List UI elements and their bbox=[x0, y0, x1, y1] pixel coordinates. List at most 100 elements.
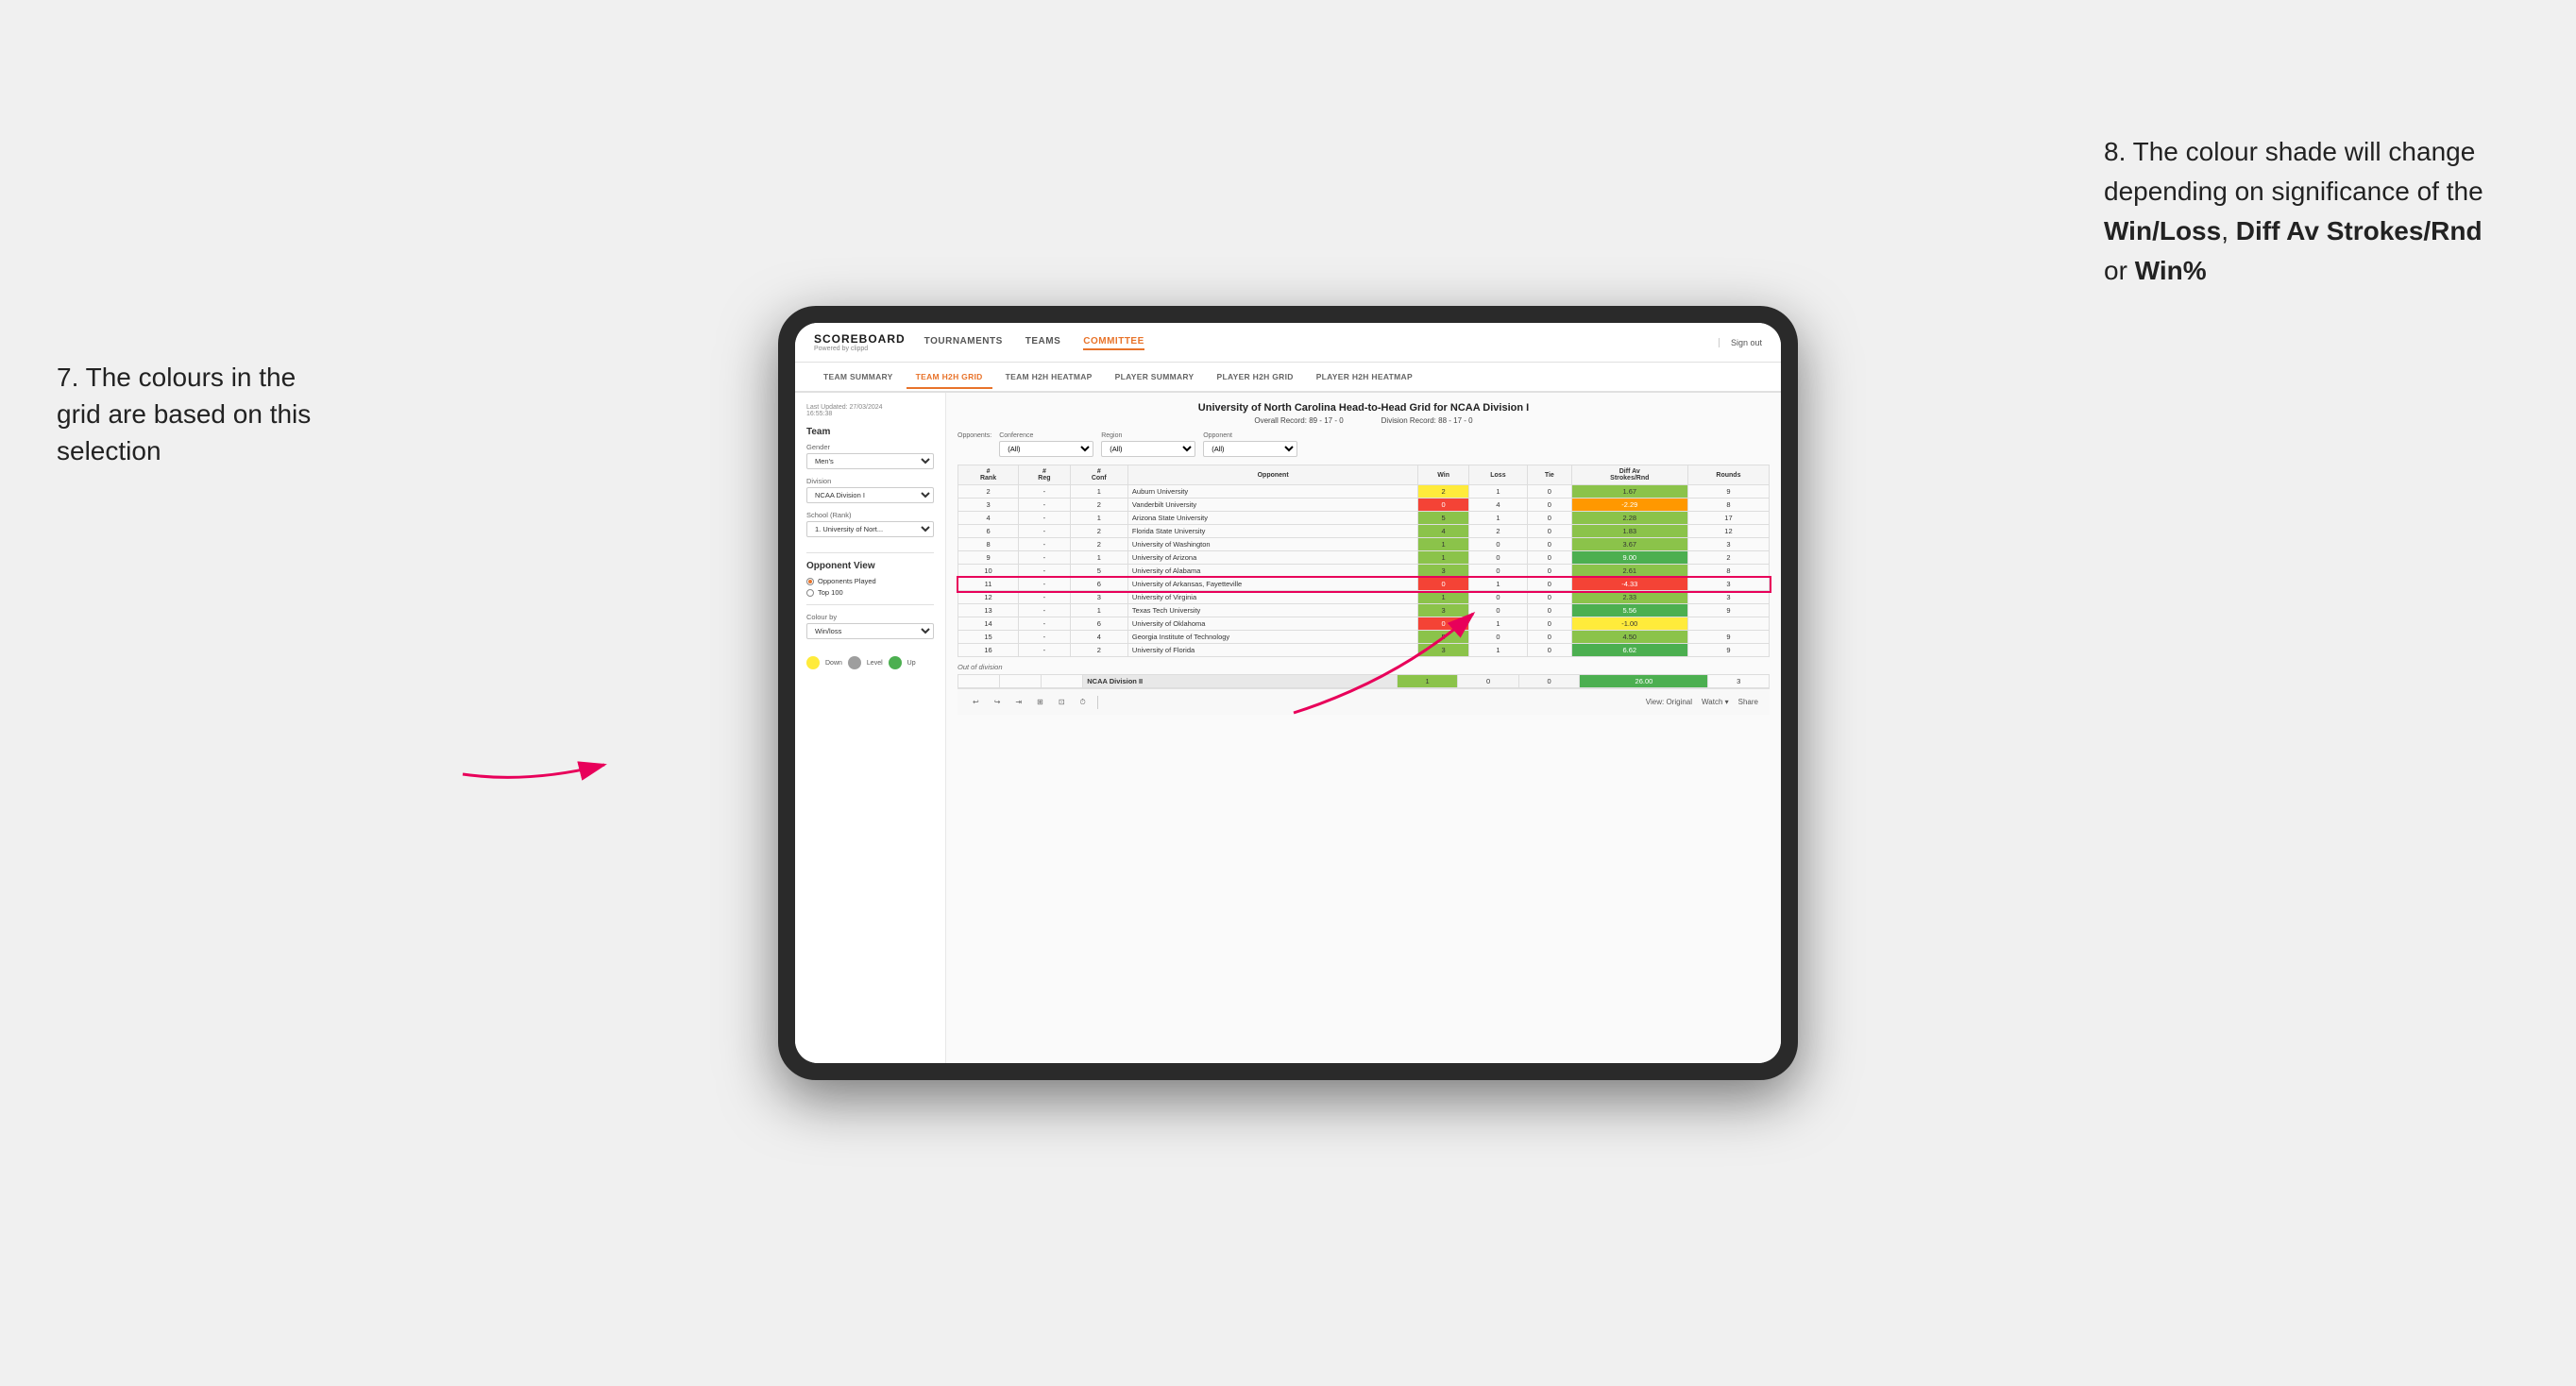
cell-win: 5 bbox=[1418, 512, 1468, 525]
top-nav: SCOREBOARD Powered by clippd TOURNAMENTS… bbox=[795, 323, 1781, 363]
radio-opponents-played[interactable]: Opponents Played bbox=[806, 577, 934, 585]
cell-loss: 0 bbox=[1468, 631, 1527, 644]
conference-filter: Conference (All) bbox=[999, 432, 1093, 457]
share-btn[interactable]: Share bbox=[1738, 698, 1758, 706]
school-select[interactable]: 1. University of Nort... bbox=[806, 521, 934, 537]
bottom-toolbar: ↩ ↪ ⇥ ⊞ ⊡ ⏱ View: Original Watch ▾ Share bbox=[958, 688, 1770, 715]
cell-diff: 1.83 bbox=[1571, 525, 1687, 538]
cell-rank: 13 bbox=[958, 604, 1019, 617]
watch-btn[interactable]: Watch ▾ bbox=[1702, 698, 1729, 706]
nav-tournaments[interactable]: TOURNAMENTS bbox=[924, 334, 1003, 350]
out-of-division-table: NCAA Division II 1 0 0 26.00 3 bbox=[958, 674, 1770, 688]
cell-win: 3 bbox=[1418, 644, 1468, 657]
cell-opponent: University of Alabama bbox=[1127, 565, 1417, 578]
tab-team-h2h-heatmap[interactable]: TEAM H2H HEATMAP bbox=[996, 366, 1102, 387]
col-tie: Tie bbox=[1528, 465, 1572, 485]
cell-rank: 6 bbox=[958, 525, 1019, 538]
legend-down-label: Down bbox=[825, 660, 842, 667]
cell-opponent: University of Oklahoma bbox=[1127, 617, 1417, 631]
gender-select[interactable]: Men's bbox=[806, 453, 934, 469]
filters-row: Opponents: Conference (All) Region (All) bbox=[958, 432, 1770, 457]
cell-rounds: 2 bbox=[1687, 551, 1769, 565]
cell-tie: 0 bbox=[1528, 631, 1572, 644]
opponent-view-label: Opponent View bbox=[806, 561, 934, 571]
cell-diff: 5.56 bbox=[1571, 604, 1687, 617]
time-btn[interactable]: ⏱ bbox=[1076, 696, 1090, 709]
cell-rounds: 8 bbox=[1687, 499, 1769, 512]
paste-btn[interactable]: ⊡ bbox=[1055, 696, 1069, 708]
annotation-right: 8. The colour shade will change dependin… bbox=[2104, 132, 2500, 291]
division-select[interactable]: NCAA Division I bbox=[806, 487, 934, 503]
cell-conf: 2 bbox=[1070, 525, 1127, 538]
cell-conf: 4 bbox=[1070, 631, 1127, 644]
opponent-select[interactable]: (All) bbox=[1203, 441, 1297, 457]
radio-dot-opponents bbox=[806, 578, 814, 585]
cell-win: 3 bbox=[1418, 604, 1468, 617]
cell-conf: 2 bbox=[1070, 538, 1127, 551]
opponent-view-radio-group: Opponents Played Top 100 bbox=[806, 577, 934, 597]
copy-btn[interactable]: ⊞ bbox=[1033, 696, 1047, 708]
division-record: Division Record: 88 - 17 - 0 bbox=[1381, 416, 1473, 425]
view-original[interactable]: View: Original bbox=[1646, 698, 1692, 706]
cell-diff: 2.28 bbox=[1571, 512, 1687, 525]
forward-btn[interactable]: ⇥ bbox=[1011, 696, 1025, 708]
cell-tie: 0 bbox=[1528, 485, 1572, 499]
cell-tie: 0 bbox=[1528, 538, 1572, 551]
legend-row: Down Level Up bbox=[806, 656, 934, 669]
col-loss: Loss bbox=[1468, 465, 1527, 485]
cell-rounds: 9 bbox=[1687, 631, 1769, 644]
cell-rank: 15 bbox=[958, 631, 1019, 644]
nav-teams[interactable]: TEAMS bbox=[1025, 334, 1061, 350]
cell-tie: 0 bbox=[1528, 525, 1572, 538]
toolbar-separator bbox=[1097, 696, 1098, 709]
cell-win: 4 bbox=[1418, 525, 1468, 538]
region-select[interactable]: (All) bbox=[1101, 441, 1195, 457]
colour-by-select[interactable]: Win/loss bbox=[806, 623, 934, 639]
cell-loss: 1 bbox=[1468, 617, 1527, 631]
undo-btn[interactable]: ↩ bbox=[969, 696, 983, 708]
conference-select[interactable]: (All) bbox=[999, 441, 1093, 457]
cell-win: 2 bbox=[1418, 485, 1468, 499]
cell-reg: - bbox=[1019, 499, 1071, 512]
cell-rounds bbox=[1687, 617, 1769, 631]
cell-diff: 4.50 bbox=[1571, 631, 1687, 644]
radio-top100[interactable]: Top 100 bbox=[806, 588, 934, 597]
cell-reg: - bbox=[1019, 512, 1071, 525]
cell-rank: 3 bbox=[958, 499, 1019, 512]
cell-opponent: Georgia Institute of Technology bbox=[1127, 631, 1417, 644]
tab-team-h2h-grid[interactable]: TEAM H2H GRID bbox=[907, 366, 992, 389]
cell-diff: 1.67 bbox=[1571, 485, 1687, 499]
cell-reg: - bbox=[1019, 631, 1071, 644]
cell-rounds: 3 bbox=[1687, 538, 1769, 551]
ood-rounds: 3 bbox=[1708, 675, 1770, 688]
cell-opponent: Vanderbilt University bbox=[1127, 499, 1417, 512]
school-label: School (Rank) bbox=[806, 511, 934, 519]
cell-reg: - bbox=[1019, 591, 1071, 604]
region-filter: Region (All) bbox=[1101, 432, 1195, 457]
cell-opponent: Auburn University bbox=[1127, 485, 1417, 499]
cell-tie: 0 bbox=[1528, 591, 1572, 604]
ood-diff: 26.00 bbox=[1580, 675, 1708, 688]
cell-tie: 0 bbox=[1528, 565, 1572, 578]
sub-nav: TEAM SUMMARY TEAM H2H GRID TEAM H2H HEAT… bbox=[795, 363, 1781, 393]
table-row: 13 - 1 Texas Tech University 3 0 0 5.56 … bbox=[958, 604, 1770, 617]
table-row: 11 - 6 University of Arkansas, Fayettevi… bbox=[958, 578, 1770, 591]
table-row: 14 - 6 University of Oklahoma 0 1 0 -1.0… bbox=[958, 617, 1770, 631]
redo-btn[interactable]: ↪ bbox=[991, 696, 1005, 708]
cell-rank: 4 bbox=[958, 512, 1019, 525]
nav-items: TOURNAMENTS TEAMS COMMITTEE bbox=[924, 334, 1719, 350]
cell-tie: 0 bbox=[1528, 551, 1572, 565]
nav-committee[interactable]: COMMITTEE bbox=[1083, 334, 1144, 350]
cell-opponent: University of Arizona bbox=[1127, 551, 1417, 565]
table-row: 8 - 2 University of Washington 1 0 0 3.6… bbox=[958, 538, 1770, 551]
cell-win: 0 bbox=[1418, 578, 1468, 591]
cell-rounds: 12 bbox=[1687, 525, 1769, 538]
cell-reg: - bbox=[1019, 538, 1071, 551]
sign-out-button[interactable]: Sign out bbox=[1719, 338, 1762, 347]
tab-player-h2h-grid[interactable]: PLAYER H2H GRID bbox=[1208, 366, 1303, 387]
tab-player-summary[interactable]: PLAYER SUMMARY bbox=[1106, 366, 1204, 387]
grid-table: #Rank #Reg #Conf Opponent Win Loss Tie D… bbox=[958, 465, 1770, 657]
tab-player-h2h-heatmap[interactable]: PLAYER H2H HEATMAP bbox=[1307, 366, 1422, 387]
tab-team-summary[interactable]: TEAM SUMMARY bbox=[814, 366, 903, 387]
out-of-division-label: Out of division bbox=[958, 663, 1770, 671]
